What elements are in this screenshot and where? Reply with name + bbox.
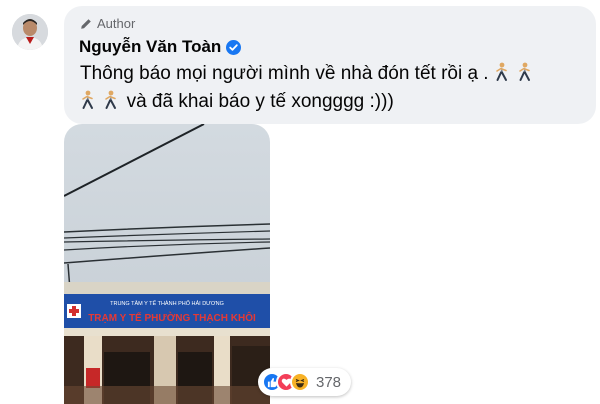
comment-text-part-1: Thông báo mọi người mình về nhà đón tết … xyxy=(80,63,489,84)
person-walking-emoji xyxy=(496,62,507,81)
verified-badge-icon xyxy=(226,39,242,55)
avatar[interactable] xyxy=(12,14,48,50)
comment-photo[interactable]: TRUNG TÂM Y TẾ THÀNH PHỐ HẢI DƯƠNG TRẠM … xyxy=(64,124,270,404)
avatar-image xyxy=(12,14,48,50)
comment-line-2: và đã khai báo y tế xongggg :))) xyxy=(80,88,580,116)
comment-line-1: Thông báo mọi người mình về nhà đón tết … xyxy=(80,60,580,88)
comment-text-part-2: và đã khai báo y tế xongggg :))) xyxy=(126,91,394,112)
sign-main-text: TRẠM Y TẾ PHƯỜNG THẠCH KHÔI xyxy=(88,311,256,324)
comment-section: Author Nguyễn Văn Toàn Thông báo mọi ngư… xyxy=(0,0,600,404)
author-name[interactable]: Nguyễn Văn Toàn xyxy=(79,37,242,57)
pen-icon xyxy=(81,18,91,29)
sign-small-text: TRUNG TÂM Y TẾ THÀNH PHỐ HẢI DƯƠNG xyxy=(110,300,224,307)
author-badge: Author xyxy=(80,16,135,31)
person-walking-emoji xyxy=(82,90,93,109)
author-badge-label: Author xyxy=(97,16,136,31)
reaction-summary[interactable]: 378 xyxy=(258,368,352,396)
person-walking-emoji xyxy=(519,62,531,81)
reaction-count: 378 xyxy=(316,373,342,391)
comment-body: Thông báo mọi người mình về nhà đón tết … xyxy=(80,60,580,116)
photo-health-station: TRUNG TÂM Y TẾ THÀNH PHỐ HẢI DƯƠNG TRẠM … xyxy=(64,124,270,404)
author-name-text[interactable]: Nguyễn Văn Toàn xyxy=(79,37,221,57)
person-walking-emoji xyxy=(105,90,117,109)
haha-icon xyxy=(290,372,310,392)
